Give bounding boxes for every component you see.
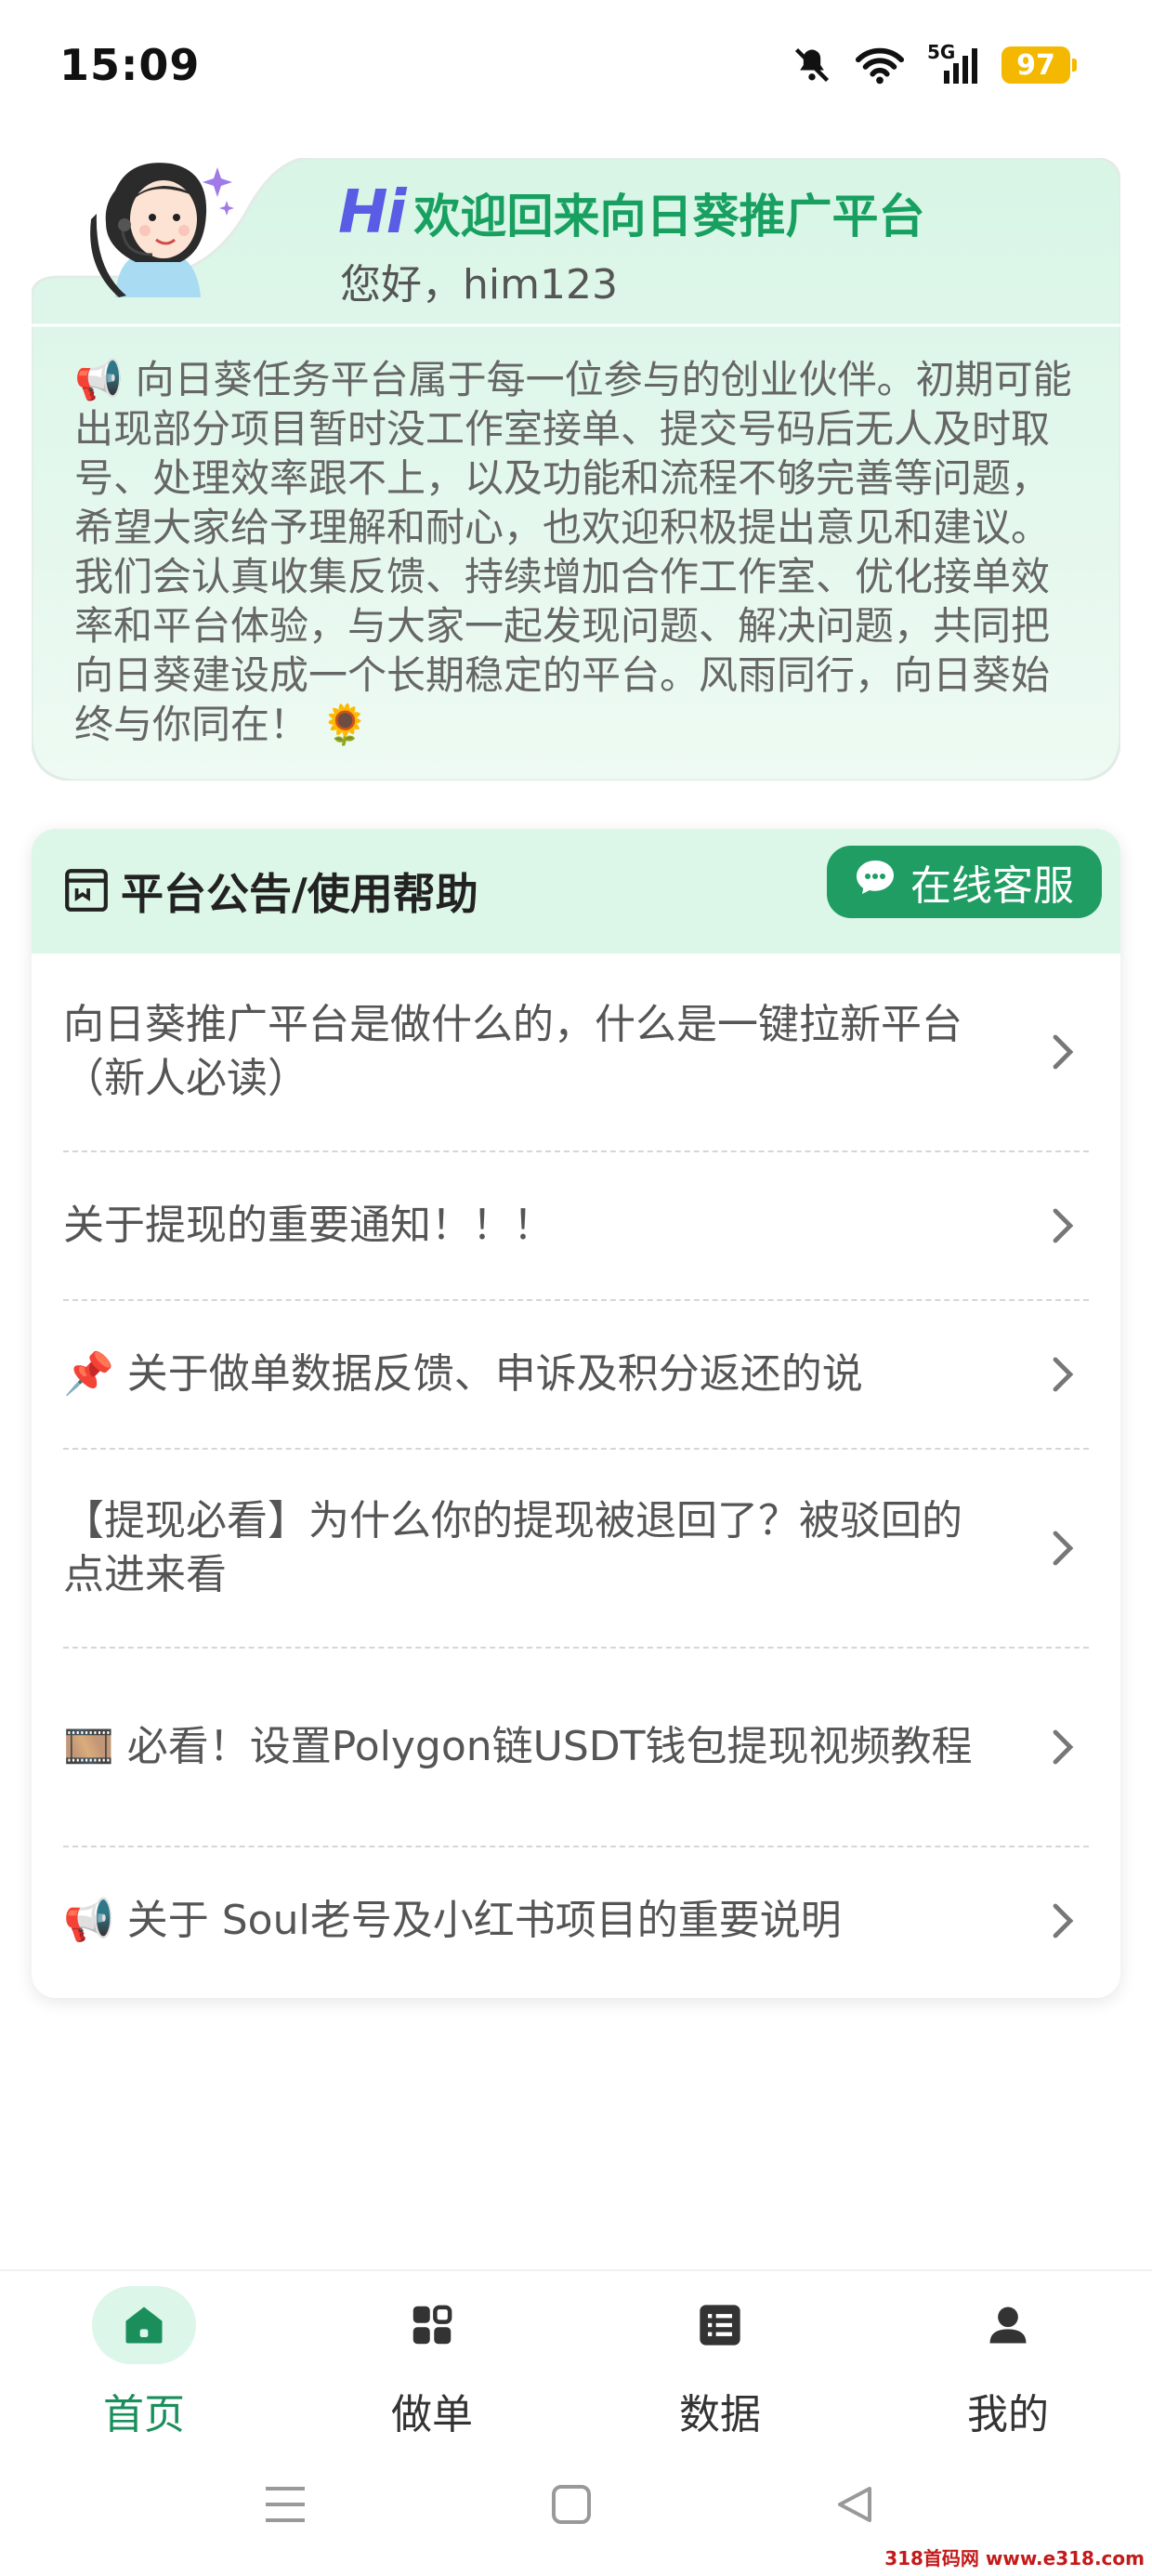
grid-icon xyxy=(380,2286,484,2364)
announcement-item[interactable]: 📌 关于做单数据反馈、申诉及积分返还的说 xyxy=(63,1301,1089,1450)
system-nav-bar xyxy=(0,2455,1152,2557)
status-bar: 15:09 5G 97 xyxy=(0,0,1152,130)
announcement-item-label: 【提现必看】为什么你的提现被退回了？被驳回的点进来看 xyxy=(63,1497,962,1598)
notice-text: 📢 向日葵任务平台属于每一位参与的创业伙伴。初期可能出现部分项目暂时没工作室接单… xyxy=(74,357,1072,747)
notice-board-icon xyxy=(63,865,110,917)
home-icon xyxy=(92,2286,196,2364)
announcement-list: 向日葵推广平台是做什么的，什么是一键拉新平台（新人必读） 关于提现的重要通知！！… xyxy=(32,953,1120,1994)
watermark: 318首码网 www.e318.com xyxy=(884,2547,1145,2569)
app-screen: 15:09 5G 97 Hi 欢迎回来向日葵推广平台 您好，him123 📢 向… xyxy=(0,0,1152,2576)
chevron-right-icon xyxy=(1050,1205,1076,1250)
avatar xyxy=(90,163,234,297)
announcement-item[interactable]: 向日葵推广平台是做什么的，什么是一键拉新平台（新人必读） xyxy=(63,953,1089,1152)
user-icon xyxy=(956,2286,1060,2364)
welcome-title: Hi 欢迎回来向日葵推广平台 xyxy=(338,178,925,247)
list-icon xyxy=(668,2286,772,2364)
home-square-icon[interactable] xyxy=(550,2483,593,2530)
nav-label-home: 首页 xyxy=(103,2391,185,2438)
back-triangle-icon[interactable] xyxy=(832,2483,875,2530)
nav-item-orders[interactable]: 做单 xyxy=(288,2271,576,2455)
status-icons: 5G 97 xyxy=(792,41,1077,85)
bottom-nav: 首页 做单 数据 我的 xyxy=(0,2269,1152,2455)
chevron-right-icon xyxy=(1050,1354,1076,1399)
announcement-item-label: 📌 关于做单数据反馈、申诉及积分返还的说 xyxy=(63,1350,863,1398)
nav-item-mine[interactable]: 我的 xyxy=(864,2271,1152,2455)
nav-label-data: 数据 xyxy=(679,2391,761,2438)
chat-bubble-icon xyxy=(853,855,897,910)
signal-icon: 5G xyxy=(927,41,979,85)
mute-icon xyxy=(792,45,832,85)
status-time: 15:09 xyxy=(59,40,201,90)
announcement-card: 平台公告/使用帮助 在线客服 向日葵推广平台是做什么的，什么是一键拉新平台（新人… xyxy=(32,829,1120,1998)
announcement-header: 平台公告/使用帮助 在线客服 xyxy=(32,829,1120,953)
online-service-button[interactable]: 在线客服 xyxy=(827,846,1102,918)
welcome-title-text: 欢迎回来向日葵推广平台 xyxy=(413,190,925,243)
menu-icon[interactable] xyxy=(262,2483,308,2530)
nav-item-data[interactable]: 数据 xyxy=(576,2271,864,2455)
chevron-right-icon xyxy=(1050,1727,1076,1771)
chevron-right-icon xyxy=(1050,1032,1076,1076)
nav-label-orders: 做单 xyxy=(391,2391,473,2438)
announcement-item[interactable]: 【提现必看】为什么你的提现被退回了？被驳回的点进来看 xyxy=(63,1450,1089,1649)
announcement-header-title: 平台公告/使用帮助 xyxy=(121,869,478,919)
announcement-item[interactable]: 📢 关于 Soul老号及小红书项目的重要说明 xyxy=(63,1847,1089,1994)
online-service-label: 在线客服 xyxy=(910,862,1074,910)
announcement-item[interactable]: 🎞️ 必看！设置Polygon链USDT钱包提现视频教程 xyxy=(63,1649,1089,1847)
nav-label-mine: 我的 xyxy=(967,2391,1049,2438)
chevron-right-icon xyxy=(1050,1528,1076,1572)
nav-item-home[interactable]: 首页 xyxy=(0,2271,288,2455)
wifi-icon xyxy=(855,45,905,85)
hi-mark: Hi xyxy=(338,178,406,247)
announcement-item[interactable]: 关于提现的重要通知！！！ xyxy=(63,1152,1089,1301)
battery-indicator: 97 xyxy=(1001,46,1077,84)
announcement-item-label: 📢 关于 Soul老号及小红书项目的重要说明 xyxy=(63,1897,842,1944)
chevron-right-icon xyxy=(1050,1900,1076,1945)
announcement-item-label: 向日葵推广平台是做什么的，什么是一键拉新平台（新人必读） xyxy=(63,1001,962,1102)
greeting-text: 您好，him123 xyxy=(340,261,618,309)
welcome-card: Hi 欢迎回来向日葵推广平台 您好，him123 📢 向日葵任务平台属于每一位参… xyxy=(32,158,1120,781)
announcement-item-label: 关于提现的重要通知！！！ xyxy=(63,1202,554,1249)
announcement-item-label: 🎞️ 必看！设置Polygon链USDT钱包提现视频教程 xyxy=(63,1723,973,1770)
